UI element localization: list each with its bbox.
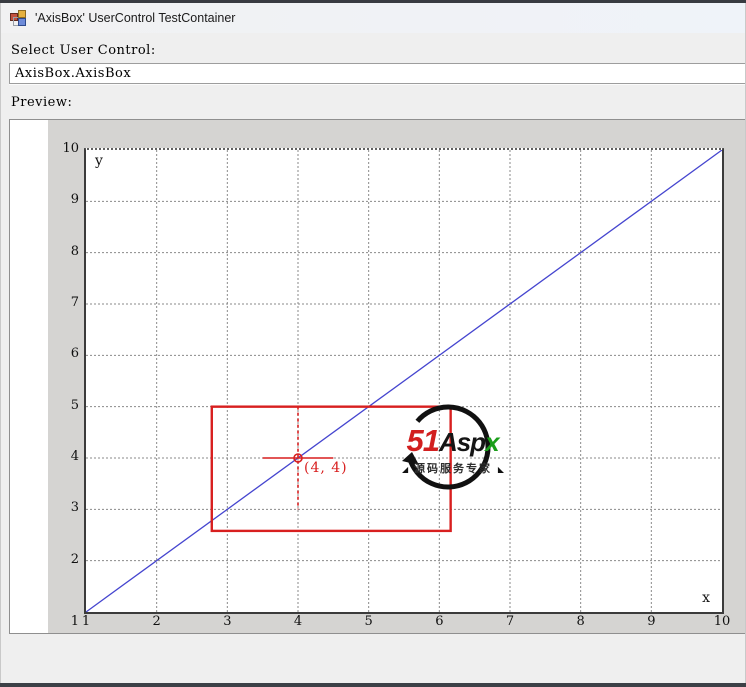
watermark-tagline: ◢ 源码服务专家 ◣	[378, 460, 528, 476]
x-tick-label: 4	[293, 614, 303, 629]
y-tick-label: 4	[70, 449, 79, 464]
window-title: 'AxisBox' UserControl TestContainer	[35, 11, 236, 25]
tagline-text: 源码服务专家	[414, 462, 492, 475]
y-tick-label: 3	[70, 500, 79, 516]
x-tick-label: 3	[223, 614, 232, 629]
x-tick-label: 10	[713, 614, 731, 629]
tagline-left-triangle-icon: ◢	[402, 464, 409, 474]
x-tick-label: 7	[505, 614, 515, 629]
x-tick-label: 8	[576, 614, 585, 629]
x-axis-letter: x	[702, 590, 710, 606]
x-tick-label: 2	[152, 614, 161, 629]
y-tick-label: 5	[70, 397, 79, 413]
x-tick-label: 5	[364, 614, 373, 629]
y-tick-label: 9	[70, 192, 79, 208]
x-tick-label: 6	[435, 614, 444, 629]
brand-x-checkmark: x	[485, 427, 500, 457]
plot-area[interactable]: y x (4, 4) 51Aspx ◢ 源码服务专家 ◣	[84, 148, 724, 614]
x-tick-label: 9	[647, 614, 656, 629]
y-tick-label: 6	[70, 346, 79, 362]
titlebar[interactable]: 'AxisBox' UserControl TestContainer	[1, 3, 745, 33]
y-tick-label: 1	[70, 614, 79, 629]
axisbox-control[interactable]: y x (4, 4) 51Aspx ◢ 源码服务专家 ◣ 1 2 3 4 5 6…	[48, 120, 745, 633]
y-tick-label: 7	[70, 295, 79, 310]
window-bottom-edge	[0, 683, 746, 687]
winforms-app-icon	[10, 10, 26, 26]
window: 'AxisBox' UserControl TestContainer Sele…	[0, 0, 746, 687]
brand-51: 51	[406, 423, 439, 458]
watermark-logo: 51Aspx ◢ 源码服务专家 ◣	[378, 397, 528, 507]
y-axis-letter: y	[95, 153, 103, 169]
preview-label: Preview:	[11, 95, 73, 110]
y-tick-label: 8	[70, 243, 79, 259]
preview-panel: y x (4, 4) 51Aspx ◢ 源码服务专家 ◣ 1 2 3 4 5 6…	[9, 119, 745, 634]
y-tick-label: 10	[62, 141, 79, 156]
tagline-right-triangle-icon: ◣	[497, 464, 504, 474]
data-line	[86, 150, 722, 612]
y-tick-label: 2	[70, 551, 79, 567]
watermark-brand: 51Aspx	[378, 423, 528, 459]
plot-canvas	[86, 150, 722, 612]
brand-asp: Asp	[438, 427, 486, 457]
marker-label: (4, 4)	[304, 460, 348, 476]
user-control-combobox[interactable]: AxisBox.AxisBox	[9, 63, 745, 84]
combobox-value: AxisBox.AxisBox	[15, 66, 132, 81]
select-user-control-label: Select User Control:	[11, 43, 156, 58]
